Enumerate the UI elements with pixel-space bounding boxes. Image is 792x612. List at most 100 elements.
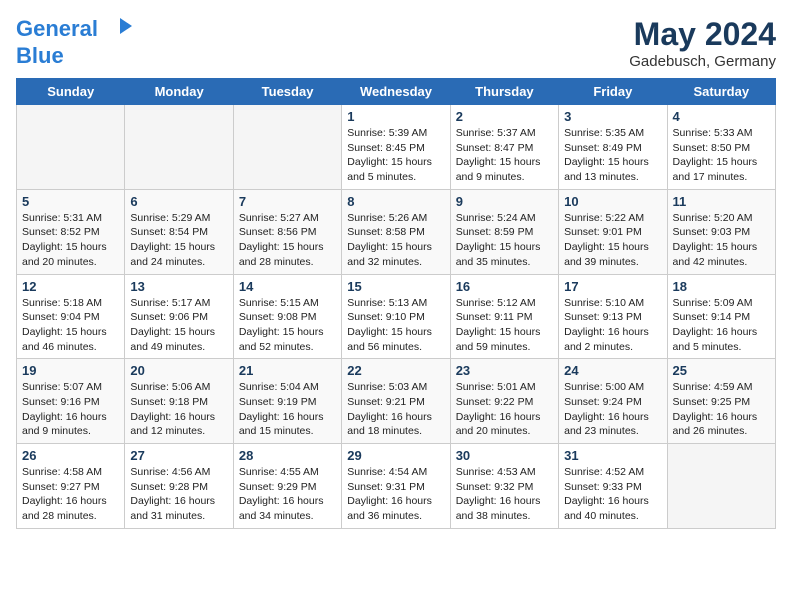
logo-icon — [106, 16, 134, 44]
cell-info: Sunrise: 5:12 AM Sunset: 9:11 PM Dayligh… — [456, 296, 553, 355]
date-number: 12 — [22, 279, 119, 294]
date-number: 29 — [347, 448, 444, 463]
calendar-cell: 27 Sunrise: 4:56 AM Sunset: 9:28 PM Dayli… — [125, 444, 233, 529]
date-number: 23 — [456, 363, 553, 378]
cell-info: Sunrise: 5:22 AM Sunset: 9:01 PM Dayligh… — [564, 211, 661, 270]
calendar-cell: 31 Sunrise: 4:52 AM Sunset: 9:33 PM Dayli… — [559, 444, 667, 529]
calendar-week-3: 12 Sunrise: 5:18 AM Sunset: 9:04 PM Dayli… — [17, 274, 776, 359]
cell-info: Sunrise: 4:58 AM Sunset: 9:27 PM Dayligh… — [22, 465, 119, 524]
day-header-sunday: Sunday — [17, 79, 125, 105]
date-number: 8 — [347, 194, 444, 209]
date-number: 14 — [239, 279, 336, 294]
date-number: 6 — [130, 194, 227, 209]
location: Gadebusch, Germany — [629, 53, 776, 70]
date-number: 13 — [130, 279, 227, 294]
calendar-cell: 18 Sunrise: 5:09 AM Sunset: 9:14 PM Dayli… — [667, 274, 775, 359]
cell-info: Sunrise: 5:06 AM Sunset: 9:18 PM Dayligh… — [130, 380, 227, 439]
day-header-saturday: Saturday — [667, 79, 775, 105]
date-number: 19 — [22, 363, 119, 378]
logo-blue: Blue — [16, 44, 134, 68]
cell-info: Sunrise: 4:56 AM Sunset: 9:28 PM Dayligh… — [130, 465, 227, 524]
date-number: 24 — [564, 363, 661, 378]
calendar-cell — [125, 105, 233, 190]
cell-info: Sunrise: 5:15 AM Sunset: 9:08 PM Dayligh… — [239, 296, 336, 355]
cell-info: Sunrise: 5:37 AM Sunset: 8:47 PM Dayligh… — [456, 126, 553, 185]
calendar-cell: 16 Sunrise: 5:12 AM Sunset: 9:11 PM Dayli… — [450, 274, 558, 359]
calendar-cell — [667, 444, 775, 529]
date-number: 10 — [564, 194, 661, 209]
date-number: 4 — [673, 109, 770, 124]
calendar-week-4: 19 Sunrise: 5:07 AM Sunset: 9:16 PM Dayli… — [17, 359, 776, 444]
cell-info: Sunrise: 4:52 AM Sunset: 9:33 PM Dayligh… — [564, 465, 661, 524]
calendar-cell — [233, 105, 341, 190]
cell-info: Sunrise: 5:10 AM Sunset: 9:13 PM Dayligh… — [564, 296, 661, 355]
date-number: 11 — [673, 194, 770, 209]
cell-info: Sunrise: 5:01 AM Sunset: 9:22 PM Dayligh… — [456, 380, 553, 439]
cell-info: Sunrise: 4:53 AM Sunset: 9:32 PM Dayligh… — [456, 465, 553, 524]
date-number: 3 — [564, 109, 661, 124]
date-number: 27 — [130, 448, 227, 463]
calendar-cell: 7Sunrise: 5:27 AM Sunset: 8:56 PM Daylig… — [233, 189, 341, 274]
cell-info: Sunrise: 5:20 AM Sunset: 9:03 PM Dayligh… — [673, 211, 770, 270]
cell-info: Sunrise: 5:13 AM Sunset: 9:10 PM Dayligh… — [347, 296, 444, 355]
calendar-cell: 12 Sunrise: 5:18 AM Sunset: 9:04 PM Dayli… — [17, 274, 125, 359]
logo: General Blue — [16, 16, 134, 68]
cell-info: Sunrise: 5:07 AM Sunset: 9:16 PM Dayligh… — [22, 380, 119, 439]
cell-info: Sunrise: 5:17 AM Sunset: 9:06 PM Dayligh… — [130, 296, 227, 355]
day-header-friday: Friday — [559, 79, 667, 105]
cell-info: Sunrise: 4:54 AM Sunset: 9:31 PM Dayligh… — [347, 465, 444, 524]
calendar-cell: 2Sunrise: 5:37 AM Sunset: 8:47 PM Daylig… — [450, 105, 558, 190]
cell-info: Sunrise: 5:00 AM Sunset: 9:24 PM Dayligh… — [564, 380, 661, 439]
cell-info: Sunrise: 5:24 AM Sunset: 8:59 PM Dayligh… — [456, 211, 553, 270]
calendar-cell: 20 Sunrise: 5:06 AM Sunset: 9:18 PM Dayli… — [125, 359, 233, 444]
date-number: 30 — [456, 448, 553, 463]
cell-info: Sunrise: 5:26 AM Sunset: 8:58 PM Dayligh… — [347, 211, 444, 270]
calendar-cell: 28Sunrise: 4:55 AM Sunset: 9:29 PM Dayli… — [233, 444, 341, 529]
cell-info: Sunrise: 5:35 AM Sunset: 8:49 PM Dayligh… — [564, 126, 661, 185]
month-year: May 2024 — [629, 16, 776, 53]
date-number: 1 — [347, 109, 444, 124]
calendar-cell: 14 Sunrise: 5:15 AM Sunset: 9:08 PM Dayli… — [233, 274, 341, 359]
calendar-cell: 10 Sunrise: 5:22 AM Sunset: 9:01 PM Dayli… — [559, 189, 667, 274]
day-header-row: SundayMondayTuesdayWednesdayThursdayFrid… — [17, 79, 776, 105]
cell-info: Sunrise: 5:29 AM Sunset: 8:54 PM Dayligh… — [130, 211, 227, 270]
calendar-cell: 6 Sunrise: 5:29 AM Sunset: 8:54 PM Daylig… — [125, 189, 233, 274]
date-number: 31 — [564, 448, 661, 463]
day-header-thursday: Thursday — [450, 79, 558, 105]
calendar-cell: 8 Sunrise: 5:26 AM Sunset: 8:58 PM Daylig… — [342, 189, 450, 274]
date-number: 7 — [239, 194, 336, 209]
cell-info: Sunrise: 5:18 AM Sunset: 9:04 PM Dayligh… — [22, 296, 119, 355]
cell-info: Sunrise: 5:31 AM Sunset: 8:52 PM Dayligh… — [22, 211, 119, 270]
date-number: 15 — [347, 279, 444, 294]
date-number: 18 — [673, 279, 770, 294]
date-number: 16 — [456, 279, 553, 294]
calendar-cell: 21 Sunrise: 5:04 AM Sunset: 9:19 PM Dayli… — [233, 359, 341, 444]
date-number: 21 — [239, 363, 336, 378]
logo-general: General — [16, 16, 98, 41]
calendar-cell: 3 Sunrise: 5:35 AM Sunset: 8:49 PM Daylig… — [559, 105, 667, 190]
calendar-cell: 22Sunrise: 5:03 AM Sunset: 9:21 PM Dayli… — [342, 359, 450, 444]
date-number: 20 — [130, 363, 227, 378]
calendar-week-2: 5Sunrise: 5:31 AM Sunset: 8:52 PM Daylig… — [17, 189, 776, 274]
calendar-cell: 17 Sunrise: 5:10 AM Sunset: 9:13 PM Dayli… — [559, 274, 667, 359]
calendar-cell: 24 Sunrise: 5:00 AM Sunset: 9:24 PM Dayli… — [559, 359, 667, 444]
cell-info: Sunrise: 5:03 AM Sunset: 9:21 PM Dayligh… — [347, 380, 444, 439]
calendar-cell: 26 Sunrise: 4:58 AM Sunset: 9:27 PM Dayli… — [17, 444, 125, 529]
calendar-cell: 30 Sunrise: 4:53 AM Sunset: 9:32 PM Dayli… — [450, 444, 558, 529]
calendar-cell: 4Sunrise: 5:33 AM Sunset: 8:50 PM Daylig… — [667, 105, 775, 190]
cell-info: Sunrise: 5:39 AM Sunset: 8:45 PM Dayligh… — [347, 126, 444, 185]
calendar-cell: 9Sunrise: 5:24 AM Sunset: 8:59 PM Daylig… — [450, 189, 558, 274]
calendar-cell: 15 Sunrise: 5:13 AM Sunset: 9:10 PM Dayli… — [342, 274, 450, 359]
calendar-cell: 25Sunrise: 4:59 AM Sunset: 9:25 PM Dayli… — [667, 359, 775, 444]
calendar-week-5: 26 Sunrise: 4:58 AM Sunset: 9:27 PM Dayli… — [17, 444, 776, 529]
logo-text: General — [16, 16, 134, 44]
date-number: 26 — [22, 448, 119, 463]
calendar-cell: 19 Sunrise: 5:07 AM Sunset: 9:16 PM Dayli… — [17, 359, 125, 444]
date-number: 17 — [564, 279, 661, 294]
calendar-table: SundayMondayTuesdayWednesdayThursdayFrid… — [16, 78, 776, 529]
cell-info: Sunrise: 5:09 AM Sunset: 9:14 PM Dayligh… — [673, 296, 770, 355]
page-header: General Blue May 2024 Gadebusch, Germany — [16, 16, 776, 70]
calendar-cell: 1 Sunrise: 5:39 AM Sunset: 8:45 PM Daylig… — [342, 105, 450, 190]
calendar-cell: 23 Sunrise: 5:01 AM Sunset: 9:22 PM Dayli… — [450, 359, 558, 444]
cell-info: Sunrise: 5:04 AM Sunset: 9:19 PM Dayligh… — [239, 380, 336, 439]
